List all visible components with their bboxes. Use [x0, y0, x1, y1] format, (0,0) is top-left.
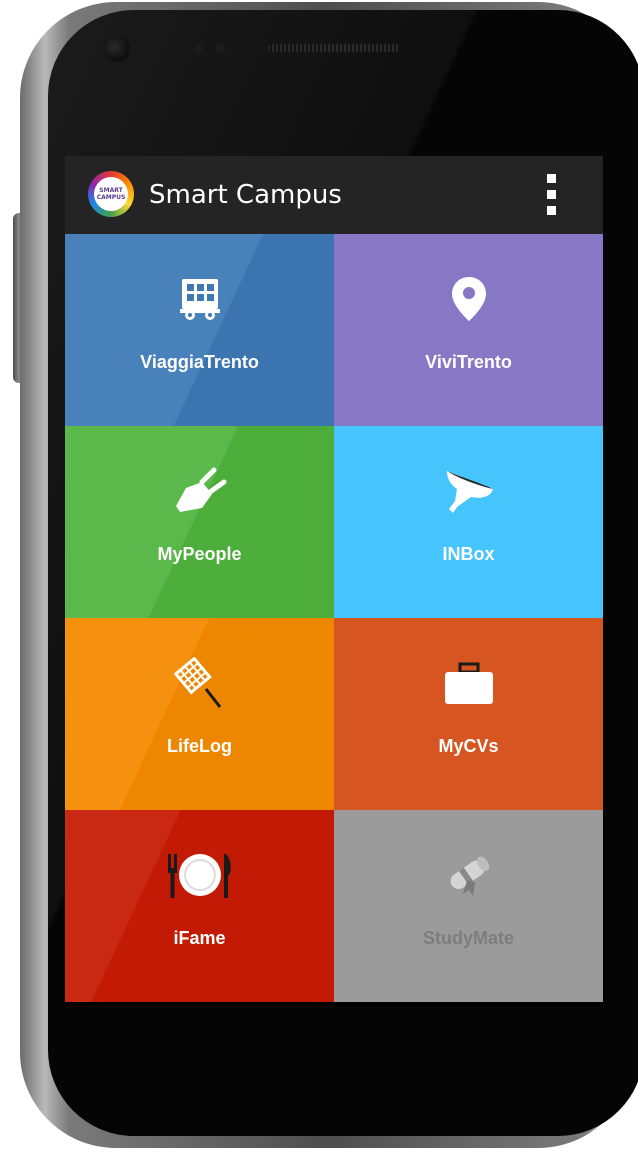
- tile-vivitrento[interactable]: ViviTrento: [334, 234, 603, 426]
- briefcase-icon: [334, 650, 603, 716]
- tile-viaggiatrento[interactable]: ViaggiaTrento: [65, 234, 334, 426]
- diploma-icon: [334, 842, 603, 908]
- app-bar: SMART CAMPUS Smart Campus: [65, 156, 603, 234]
- funnel-icon: [334, 458, 603, 524]
- tile-label-inbox: INBox: [442, 544, 495, 564]
- app-logo-badge: SMART CAMPUS: [94, 177, 128, 211]
- tile-ifame[interactable]: iFame: [65, 810, 334, 1002]
- app-grid: ViaggiaTrento ViviTrento MyPeople INBox …: [65, 234, 603, 1006]
- bus-icon: [65, 266, 334, 332]
- light-sensor: [216, 44, 225, 53]
- tile-inbox[interactable]: INBox: [334, 426, 603, 618]
- tile-label-mypeople: MyPeople: [157, 544, 242, 564]
- tile-label-lifelog: LifeLog: [167, 736, 232, 756]
- app-title: Smart Campus: [149, 180, 342, 210]
- app-screen: SMART CAMPUS Smart Campus ViaggiaTrento …: [65, 156, 603, 1006]
- tile-studymate[interactable]: StudyMate: [334, 810, 603, 1002]
- front-camera: [104, 36, 130, 62]
- tile-label-studymate: StudyMate: [422, 928, 514, 948]
- overflow-menu-dot: [547, 174, 556, 183]
- plate-cutlery-icon: [65, 842, 334, 908]
- overflow-menu-icon[interactable]: [537, 172, 567, 218]
- proximity-sensor: [194, 44, 203, 53]
- overflow-menu-dot: [547, 206, 556, 215]
- earpiece-speaker: [268, 44, 400, 52]
- map-pin-icon: [334, 266, 603, 332]
- racket-icon: [65, 650, 334, 716]
- tile-label-ifame: iFame: [173, 928, 226, 948]
- app-logo[interactable]: SMART CAMPUS: [88, 171, 134, 217]
- tile-mypeople[interactable]: MyPeople: [65, 426, 334, 618]
- app-logo-text: SMART CAMPUS: [96, 187, 126, 201]
- overflow-menu-dot: [547, 190, 556, 199]
- tile-label-viaggiatrento: ViaggiaTrento: [140, 352, 259, 372]
- tile-label-mycvs: MyCVs: [438, 736, 499, 756]
- tile-label-vivitrento: ViviTrento: [425, 352, 512, 372]
- tile-lifelog[interactable]: LifeLog: [65, 618, 334, 810]
- plug-icon: [65, 458, 334, 524]
- tile-mycvs[interactable]: MyCVs: [334, 618, 603, 810]
